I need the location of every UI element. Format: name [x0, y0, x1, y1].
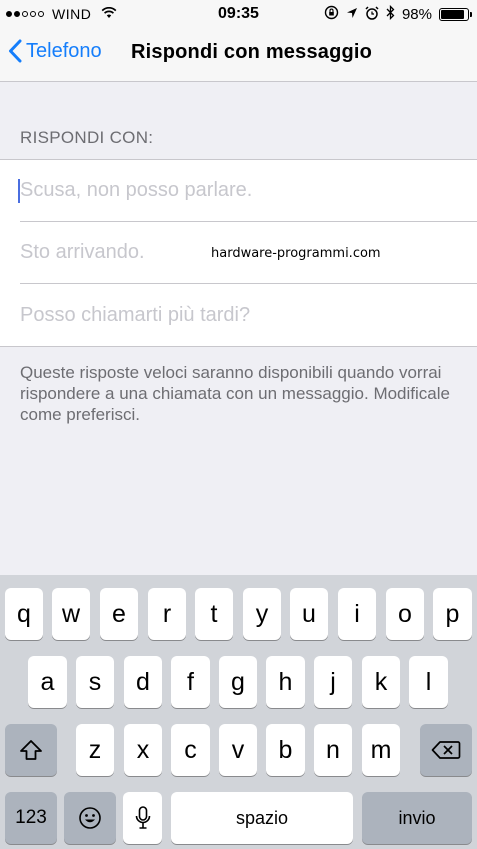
- emoji-key[interactable]: [64, 792, 116, 844]
- microphone-icon: [135, 806, 150, 829]
- delete-key[interactable]: [420, 724, 472, 776]
- section-footer: Queste risposte veloci saranno disponibi…: [20, 363, 450, 424]
- status-right: 98%: [324, 4, 472, 24]
- key-q[interactable]: q: [5, 588, 43, 640]
- dictation-key[interactable]: [123, 792, 162, 844]
- page-title: Rispondi con messaggio: [131, 41, 373, 63]
- battery-icon: [439, 8, 472, 21]
- key-j[interactable]: j: [314, 656, 352, 708]
- location-icon: [346, 6, 358, 23]
- response-field-1[interactable]: [20, 179, 450, 202]
- key-x[interactable]: x: [124, 724, 162, 776]
- orientation-lock-icon: [324, 5, 339, 24]
- key-e[interactable]: e: [100, 588, 138, 640]
- battery-fill: [441, 10, 464, 19]
- backspace-icon: [431, 741, 461, 759]
- key-a[interactable]: a: [28, 656, 67, 708]
- key-y[interactable]: y: [243, 588, 281, 640]
- status-bar: WIND 09:35 98%: [0, 0, 477, 28]
- key-r[interactable]: r: [148, 588, 186, 640]
- key-z[interactable]: z: [76, 724, 114, 776]
- key-t[interactable]: t: [195, 588, 233, 640]
- battery-percent: 98%: [401, 6, 432, 23]
- section-header: RISPONDI CON:: [20, 128, 154, 147]
- back-button[interactable]: Telefono: [8, 39, 102, 63]
- response-field-3[interactable]: [20, 303, 450, 327]
- bluetooth-icon: [386, 4, 395, 24]
- watermark: hardware-programmi.com: [211, 246, 381, 261]
- key-s[interactable]: s: [76, 656, 114, 708]
- back-button-label: Telefono: [26, 39, 102, 62]
- alarm-icon: [365, 5, 379, 24]
- list-item: [20, 284, 477, 346]
- list-item: [18, 160, 477, 222]
- key-h[interactable]: h: [266, 656, 305, 708]
- key-p[interactable]: p: [433, 588, 472, 640]
- key-d[interactable]: d: [124, 656, 162, 708]
- shift-key[interactable]: [5, 724, 57, 776]
- navigation-bar: Telefono Rispondi con messaggio: [0, 28, 477, 82]
- key-o[interactable]: o: [386, 588, 424, 640]
- key-i[interactable]: i: [338, 588, 376, 640]
- key-f[interactable]: f: [171, 656, 210, 708]
- key-c[interactable]: c: [171, 724, 210, 776]
- text-cursor: [18, 179, 20, 203]
- emoji-icon: [79, 807, 101, 829]
- key-w[interactable]: w: [52, 588, 90, 640]
- key-k[interactable]: k: [362, 656, 400, 708]
- key-v[interactable]: v: [219, 724, 257, 776]
- space-key[interactable]: spazio: [171, 792, 353, 844]
- chevron-left-icon: [9, 39, 22, 63]
- key-g[interactable]: g: [219, 656, 257, 708]
- key-u[interactable]: u: [290, 588, 328, 640]
- key-m[interactable]: m: [362, 724, 400, 776]
- key-n[interactable]: n: [314, 724, 352, 776]
- keyboard: q w e r t y u i o p a s d f g h j k l z …: [0, 575, 477, 849]
- return-key[interactable]: invio: [362, 792, 472, 844]
- key-b[interactable]: b: [266, 724, 305, 776]
- key-l[interactable]: l: [409, 656, 448, 708]
- shift-icon: [20, 740, 42, 760]
- numbers-key[interactable]: 123: [5, 792, 57, 844]
